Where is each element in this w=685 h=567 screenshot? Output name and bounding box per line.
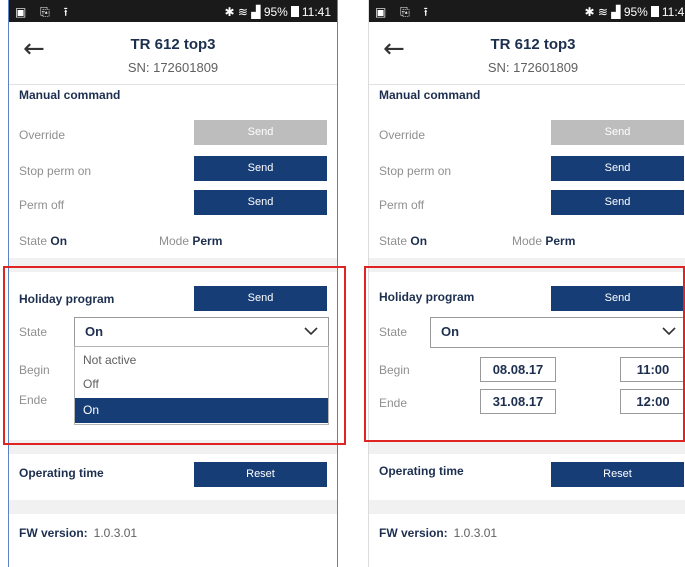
app-header: ← TR 612 top3 SN: 172601809 xyxy=(369,22,685,85)
override-label: Override xyxy=(19,128,66,142)
bluetooth-icon: ✱ xyxy=(224,4,235,19)
stop-perm-on-send-button[interactable]: Send xyxy=(551,156,684,181)
operating-time-title: Operating time xyxy=(379,464,464,478)
bluetooth-icon: ✱ xyxy=(584,4,595,19)
device-title: TR 612 top3 xyxy=(130,36,216,53)
wifi-icon: ≋ xyxy=(597,4,608,19)
perm-off-label: Perm off xyxy=(379,198,425,212)
status-time: 11:41 xyxy=(661,4,685,19)
override-send-button[interactable]: Send xyxy=(551,120,684,145)
app-header: ← TR 612 top3 SN: 172601809 xyxy=(9,22,337,85)
operating-time-reset-button[interactable]: Reset xyxy=(194,462,327,487)
holiday-highlight-box-left xyxy=(3,266,346,445)
status-left-icons: ▣ ⎘ ⭱ xyxy=(15,5,73,19)
signal-icon: ▟ xyxy=(251,4,261,19)
override-label: Override xyxy=(379,128,426,142)
battery-percent: 95% xyxy=(263,4,288,19)
manual-command-title: Manual command xyxy=(379,88,481,102)
serial-number: SN: 172601809 xyxy=(127,60,219,75)
firmware-version: FW version: 1.0.3.01 xyxy=(19,526,138,540)
stop-perm-on-label: Stop perm on xyxy=(19,164,92,178)
perm-off-send-button[interactable]: Send xyxy=(551,190,684,215)
stop-perm-on-label: Stop perm on xyxy=(379,164,452,178)
holiday-highlight-box-right xyxy=(364,266,685,442)
status-time: 11:41 xyxy=(301,4,331,19)
manual-state: State On xyxy=(379,234,428,248)
operating-time-reset-button[interactable]: Reset xyxy=(551,462,684,487)
stop-perm-on-send-button[interactable]: Send xyxy=(194,156,327,181)
operating-time-title: Operating time xyxy=(19,466,104,480)
serial-number: SN: 172601809 xyxy=(487,60,579,75)
manual-mode: Mode Perm xyxy=(512,234,576,248)
signal-icon: ▟ xyxy=(611,4,621,19)
status-left-icons: ▣ ⎘ ⭱ xyxy=(375,5,433,19)
status-bar: ▣ ⎘ ⭱ ✱ ≋ ▟ 95% 11:41 xyxy=(369,0,685,22)
status-right: ✱ ≋ ▟ 95% 11:41 xyxy=(224,4,331,19)
perm-off-label: Perm off xyxy=(19,198,65,212)
manual-mode: Mode Perm xyxy=(159,234,223,248)
section-divider xyxy=(369,500,685,514)
battery-icon xyxy=(650,6,659,18)
firmware-version: FW version: 1.0.3.01 xyxy=(379,526,498,540)
section-divider xyxy=(369,440,685,454)
device-title: TR 612 top3 xyxy=(490,36,576,53)
manual-state: State On xyxy=(19,234,68,248)
battery-percent: 95% xyxy=(623,4,648,19)
perm-off-send-button[interactable]: Send xyxy=(194,190,327,215)
wifi-icon: ≋ xyxy=(237,4,248,19)
battery-icon xyxy=(290,6,299,18)
status-bar: ▣ ⎘ ⭱ ✱ ≋ ▟ 95% 11:41 xyxy=(9,0,337,22)
status-right: ✱ ≋ ▟ 95% 11:41 xyxy=(584,4,685,19)
manual-command-title: Manual command xyxy=(19,88,121,102)
section-divider xyxy=(9,500,337,514)
override-send-button[interactable]: Send xyxy=(194,120,327,145)
